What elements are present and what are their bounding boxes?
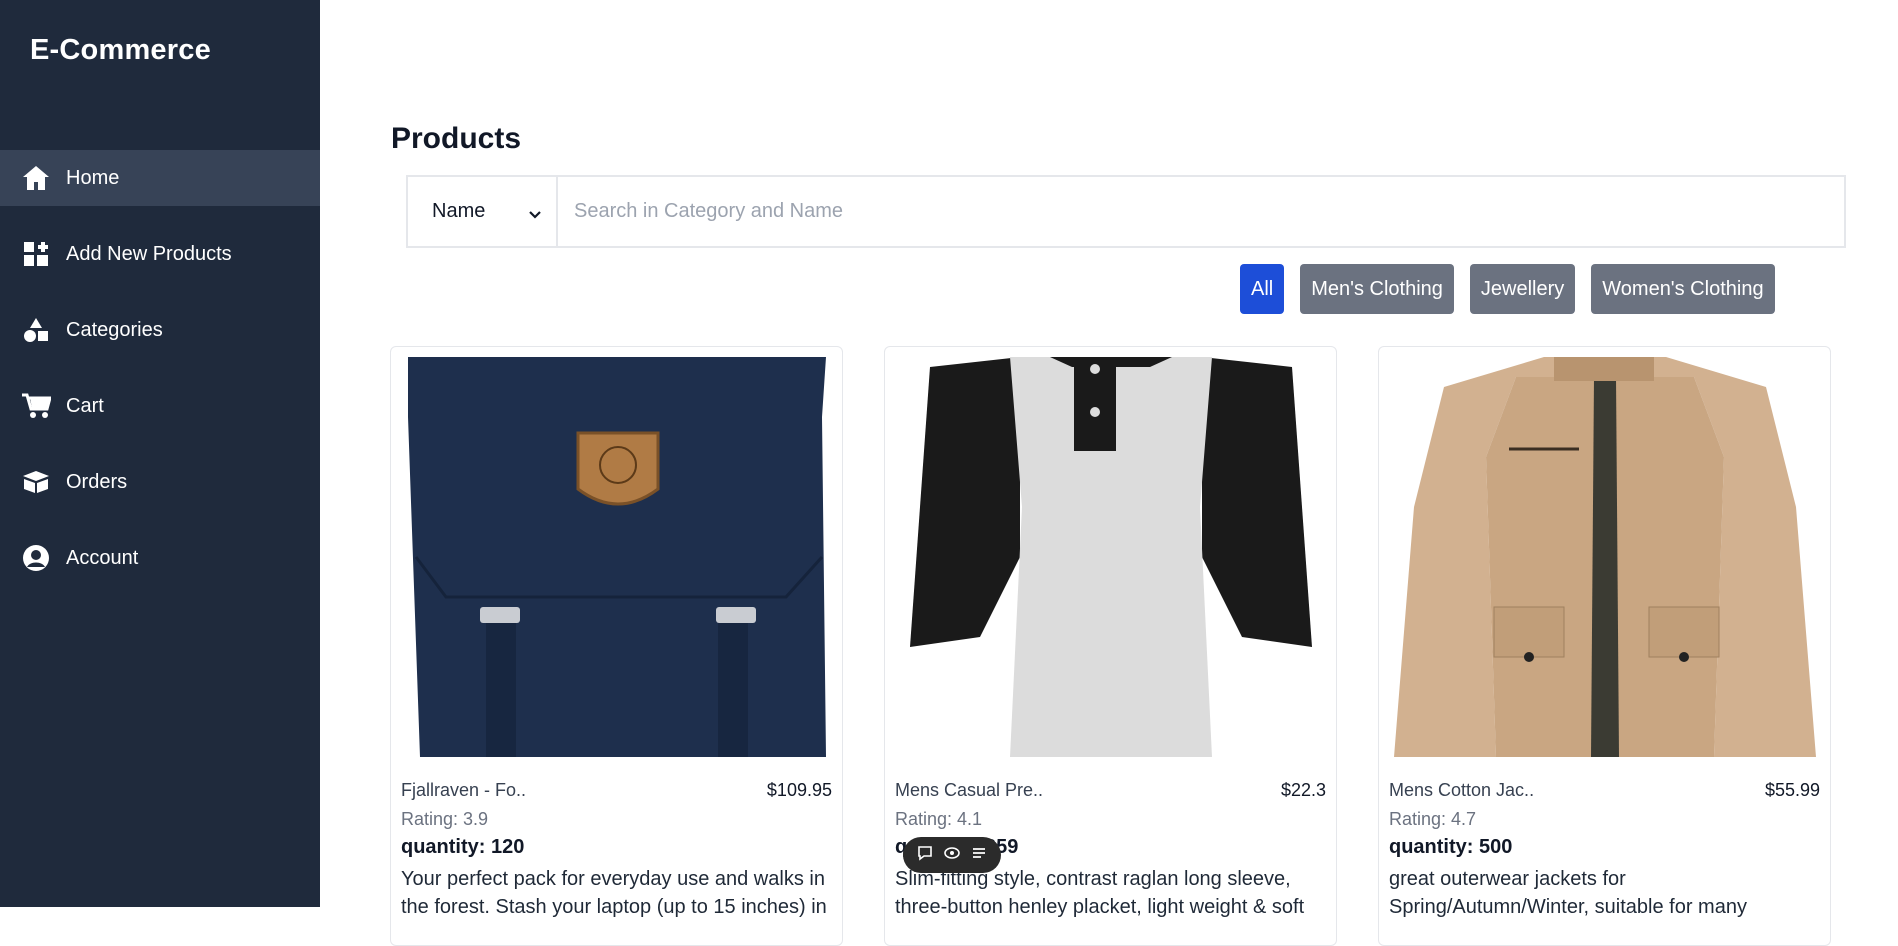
product-card[interactable]: Mens Cotton Jac.. $55.99 Rating: 4.7 qua… (1378, 346, 1831, 946)
product-rating: Rating: 3.9 (401, 809, 489, 829)
product-description: great outerwear jackets for Spring/Autum… (1389, 868, 1747, 918)
product-price: $55.99 (1764, 780, 1820, 800)
sidebar-item-account[interactable]: Account (0, 530, 320, 586)
user-circle-icon (20, 542, 52, 574)
brand-logo[interactable]: E-Commerce (30, 34, 211, 67)
grid-add-icon (20, 238, 52, 270)
sidebar-item-label: Cart (66, 394, 104, 417)
filter-all[interactable]: All (1240, 264, 1285, 314)
view-icon[interactable] (943, 844, 961, 867)
box-icon (20, 466, 52, 498)
product-price: $22.3 (1280, 780, 1326, 800)
product-quantity: quantity: 120 (401, 836, 524, 859)
product-name: Fjallraven - Fo.. (401, 780, 527, 800)
category-filters: All Men's Clothing Jewellery Women's Clo… (1240, 264, 1775, 314)
product-price: $109.95 (766, 780, 832, 800)
sidebar-item-orders[interactable]: Orders (0, 454, 320, 510)
sidebar: E-Commerce Home Add New Products Categor… (0, 0, 320, 907)
search-field-select[interactable]: Name (408, 177, 558, 246)
sidebar-item-label: Account (66, 546, 139, 569)
search-input[interactable] (558, 177, 1844, 246)
product-rating: Rating: 4.7 (1389, 809, 1477, 829)
sidebar-item-cart[interactable]: Cart (0, 378, 320, 434)
product-title-row: Mens Cotton Jac.. $55.99 (1389, 780, 1820, 801)
shapes-icon (20, 314, 52, 346)
sidebar-item-label: Add New Products (66, 242, 232, 265)
sidebar-item-add-new-products[interactable]: Add New Products (0, 226, 320, 282)
quantity-label: quantity: (1389, 836, 1474, 858)
home-icon (20, 162, 52, 194)
product-rating: Rating: 4.1 (895, 809, 983, 829)
sidebar-item-label: Categories (66, 318, 163, 341)
sidebar-nav: Home Add New Products Categories Cart Or… (0, 150, 320, 606)
product-quantity: quantity: 500 (1389, 836, 1512, 859)
product-title-row: Mens Casual Pre.. $22.3 (895, 780, 1326, 801)
product-image[interactable] (406, 357, 828, 757)
filter-mens-clothing[interactable]: Men's Clothing (1300, 264, 1454, 314)
page-title: Products (391, 122, 522, 155)
product-card[interactable]: Fjallraven - Fo.. $109.95 Rating: 3.9 qu… (390, 346, 843, 946)
quantity-value: 500 (1479, 836, 1513, 858)
sidebar-item-label: Orders (66, 470, 128, 493)
product-description: Slim-fitting style, contrast raglan long… (895, 868, 1305, 918)
product-description: Your perfect pack for everyday use and w… (401, 868, 827, 918)
quantity-label: quantity: (401, 836, 486, 858)
product-name: Mens Casual Pre.. (895, 780, 1044, 800)
quantity-value: 120 (491, 836, 525, 858)
sidebar-item-home[interactable]: Home (0, 150, 320, 206)
sidebar-item-categories[interactable]: Categories (0, 302, 320, 358)
chevron-down-icon (528, 203, 542, 226)
comment-icon[interactable] (916, 844, 934, 867)
sidebar-item-label: Home (66, 166, 120, 189)
product-title-row: Fjallraven - Fo.. $109.95 (401, 780, 832, 801)
filter-jewellery[interactable]: Jewellery (1469, 264, 1576, 314)
search-select-value: Name (432, 200, 486, 222)
product-image[interactable] (900, 357, 1322, 757)
product-image[interactable] (1394, 357, 1816, 757)
main-content: Products Name All Men's Clothing Jewelle… (320, 0, 1898, 946)
product-grid: Fjallraven - Fo.. $109.95 Rating: 3.9 qu… (390, 346, 1831, 946)
search-bar: Name (406, 175, 1846, 248)
floating-toolbar (903, 837, 1001, 873)
product-name: Mens Cotton Jac.. (1389, 780, 1535, 800)
cart-icon (20, 390, 52, 422)
menu-icon[interactable] (970, 844, 988, 867)
filter-womens-clothing[interactable]: Women's Clothing (1591, 264, 1775, 314)
